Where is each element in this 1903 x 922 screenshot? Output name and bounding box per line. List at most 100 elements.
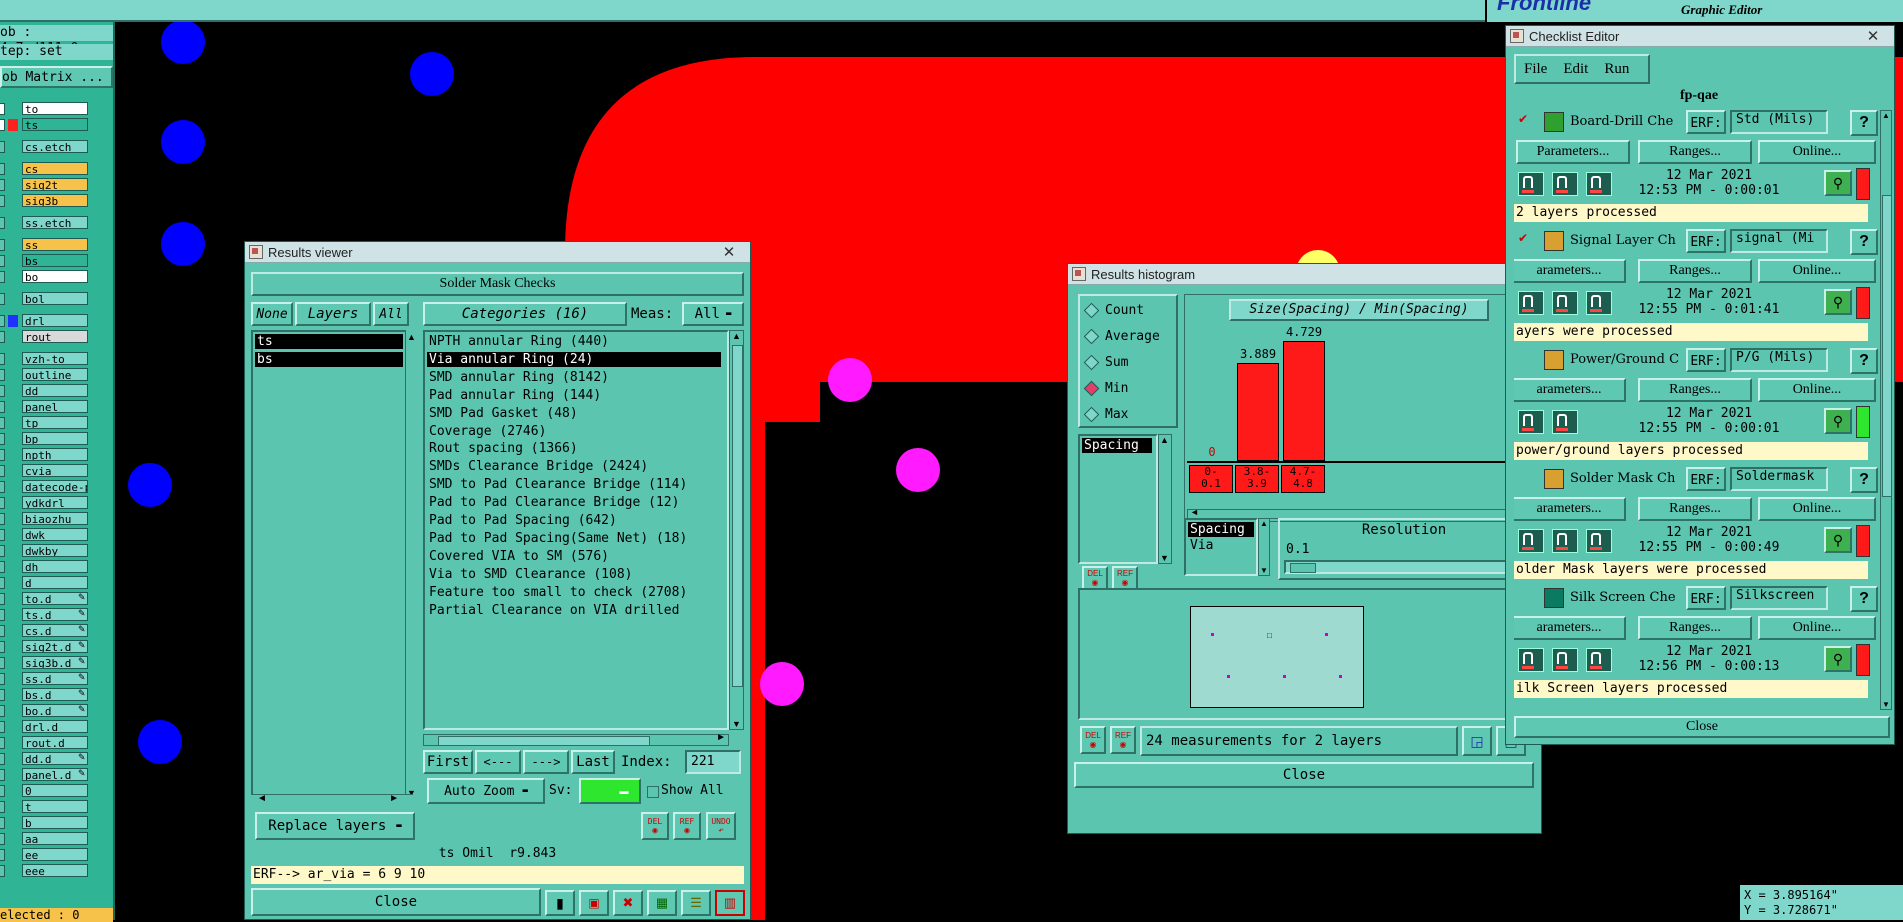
layer-row[interactable]: panel [0,400,110,414]
online-button[interactable]: Online... [1758,616,1876,640]
zoom-window-button[interactable]: ◲ [1462,726,1492,756]
layer-row[interactable]: b [0,816,110,830]
layer-row[interactable]: dwkby [0,544,110,558]
radio-diamond-icon[interactable] [1083,302,1100,318]
layer-checkbox[interactable] [0,625,5,637]
close-icon[interactable]: ✕ [712,243,746,261]
slider-thumb[interactable] [1290,563,1316,573]
layer-checkbox[interactable] [0,271,5,283]
layer-checkbox[interactable] [0,465,5,477]
measure-list[interactable]: Spacing Via [1184,518,1258,576]
run-status-icon[interactable] [1552,648,1578,672]
help-button[interactable]: ? [1850,229,1878,255]
layer-checkbox[interactable] [0,753,5,765]
ranges-button[interactable]: Ranges... [1638,616,1752,640]
category-item[interactable]: NPTH annular Ring (440) [427,334,609,349]
layer-checkbox[interactable] [0,657,5,669]
category-item[interactable]: SMD Pad Gasket (48) [427,406,578,421]
help-button[interactable]: ? [1850,586,1878,612]
erf-field[interactable]: P/G (Mils) [1730,348,1828,372]
online-button[interactable]: Online... [1758,378,1876,402]
layer-checkbox[interactable] [0,217,5,229]
hist-list-scrollbar[interactable]: ▲ ▼ [1158,434,1172,564]
layer-row[interactable]: cvia [0,464,110,478]
layer-checkbox[interactable] [0,833,5,845]
layer-checkbox[interactable] [0,163,5,175]
layer-row[interactable]: ts [0,118,110,132]
layer-row[interactable]: to [0,102,110,116]
action-name[interactable]: Silk Screen Che [1570,590,1680,605]
layer-row[interactable]: vzh-to [0,352,110,366]
online-button[interactable]: Online... [1758,140,1876,164]
layer-row[interactable]: bs [0,254,110,268]
zoom-results-button[interactable]: ⚲ [1824,408,1852,434]
layers-button[interactable]: Layers [295,302,371,326]
run-status-icon[interactable] [1518,648,1544,672]
layer-row[interactable]: sig2t [0,178,110,192]
run-status-icon[interactable] [1586,648,1612,672]
layer-row[interactable]: cs.d ✎ [0,624,110,638]
preview-del-button[interactable]: DEL ◉ [1080,726,1106,754]
layer-row[interactable]: ss.d ✎ [0,672,110,686]
category-item[interactable]: Via annular Ring (24) [427,351,721,367]
layer-checkbox[interactable] [0,293,5,305]
layer-checkbox[interactable] [0,239,5,251]
checklist-titlebar[interactable]: Checklist Editor ✕ [1506,26,1894,47]
layer-checkbox[interactable] [0,497,5,509]
ref-button[interactable]: REF ◉ [673,812,701,840]
category-item[interactable]: Covered VIA to SM (576) [427,549,609,564]
replace-layers-dropdown[interactable]: Replace layers ▬ [255,812,415,840]
layer-checkbox[interactable] [0,369,5,381]
ranges-button[interactable]: Ranges... [1638,378,1752,402]
layer-checkbox[interactable] [0,641,5,653]
parameters-button[interactable]: arameters... [1514,378,1626,402]
last-button[interactable]: Last [571,750,615,774]
layer-row[interactable]: cs [0,162,110,176]
erf-field[interactable]: signal (Mi [1730,229,1828,253]
layer-row[interactable]: t [0,800,110,814]
close-icon[interactable]: ✕ [1856,27,1890,45]
layer-row[interactable]: bp [0,432,110,446]
layer-checkbox[interactable] [0,353,5,365]
layer-row[interactable]: bs.d ✎ [0,688,110,702]
none-button[interactable]: None [251,302,293,326]
layer-row[interactable]: sig3b [0,194,110,208]
run-status-icon[interactable] [1518,172,1544,196]
checklist-close-button[interactable]: Close [1514,716,1890,738]
layer-row[interactable]: ss.etch [0,216,110,230]
category-item[interactable]: Pad annular Ring (144) [427,388,601,403]
layer-row[interactable]: cs.etch [0,140,110,154]
layer-row[interactable]: dd.d ✎ [0,752,110,766]
layer-row[interactable]: biaozhu [0,512,110,526]
histogram-bar[interactable] [1283,341,1325,461]
layer-row[interactable]: bo.d ✎ [0,704,110,718]
results-viewer-titlebar[interactable]: Results viewer ✕ [245,242,750,263]
menu-run[interactable]: Run [1604,61,1629,78]
categories-scrollbar-h[interactable]: ► [423,732,729,746]
help-button[interactable]: ? [1850,467,1878,493]
rv-tool-1[interactable]: ▮ [545,890,575,916]
first-button[interactable]: First [423,750,473,774]
layer-checkbox[interactable] [0,255,5,267]
radio-diamond-icon[interactable] [1083,380,1100,396]
layer-checkbox[interactable] [0,705,5,717]
preview-ref-button[interactable]: REF ◉ [1110,726,1136,754]
action-name[interactable]: Power/Ground C [1570,352,1680,367]
hist-del-button[interactable]: DEL ◉ [1082,566,1108,590]
measure-scrollbar[interactable]: ▲ ▼ [1258,518,1270,576]
layer-checkbox[interactable] [0,865,5,877]
show-all-checkbox[interactable] [647,786,659,798]
layer-row[interactable]: bo [0,270,110,284]
run-status-icon[interactable] [1552,529,1578,553]
meas-dropdown[interactable]: All ▬ [682,302,744,326]
category-item[interactable]: SMD to Pad Clearance Bridge (114) [427,477,687,492]
del-button[interactable]: DEL ◉ [641,812,669,840]
parameters-button[interactable]: arameters... [1514,497,1626,521]
layer-row[interactable]: ydkdrl [0,496,110,510]
layer-row[interactable]: rout [0,330,110,344]
layer-checkbox[interactable] [0,195,5,207]
category-item[interactable]: Coverage (2746) [427,424,546,439]
sv-color-dropdown[interactable]: ▬ [579,778,641,804]
radio-diamond-icon[interactable] [1083,328,1100,344]
layer-row[interactable]: ee [0,848,110,862]
